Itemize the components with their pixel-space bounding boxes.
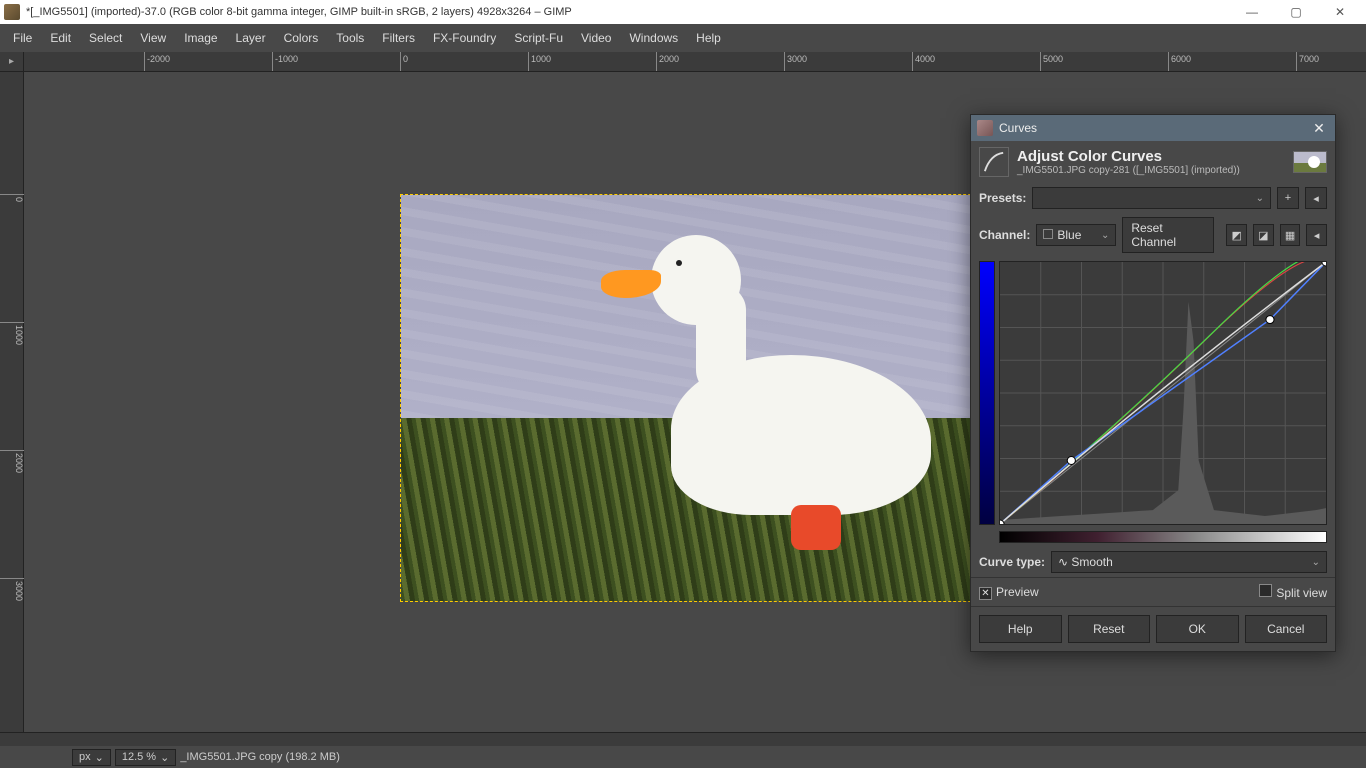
ruler-h-tick: 4000 bbox=[912, 52, 935, 72]
menu-edit[interactable]: Edit bbox=[41, 27, 80, 49]
image-subject-duck bbox=[601, 235, 881, 515]
menu-image[interactable]: Image bbox=[175, 27, 226, 49]
ruler-h-tick: 2000 bbox=[656, 52, 679, 72]
curve-type-dropdown[interactable]: ∿ Smooth⌄ bbox=[1051, 551, 1327, 573]
dialog-title: Curves bbox=[999, 121, 1309, 135]
curve-graph[interactable] bbox=[999, 261, 1327, 525]
ruler-h-tick: -1000 bbox=[272, 52, 298, 72]
menu-layer[interactable]: Layer bbox=[227, 27, 275, 49]
zoom-dropdown[interactable]: 12.5 % ⌄ bbox=[115, 749, 176, 766]
dialog-subheading: _IMG5501.JPG copy-281 ([_IMG5501] (impor… bbox=[1017, 165, 1285, 176]
dialog-close-button[interactable]: ✕ bbox=[1309, 120, 1329, 137]
unit-dropdown[interactable]: px ⌄ bbox=[72, 749, 111, 766]
channel-dropdown[interactable]: Blue ⌄ bbox=[1036, 224, 1116, 246]
ruler-vertical[interactable]: 0 1000 2000 3000 bbox=[0, 72, 24, 732]
menu-filters[interactable]: Filters bbox=[373, 27, 424, 49]
zoom-value: 12.5 % bbox=[122, 751, 156, 763]
curve-type-row: Curve type: ∿ Smooth⌄ bbox=[971, 547, 1335, 577]
minimize-button[interactable]: — bbox=[1230, 0, 1274, 24]
ruler-origin-button[interactable]: ▸ bbox=[0, 52, 24, 72]
dialog-header: Adjust Color Curves _IMG5501.JPG copy-28… bbox=[971, 141, 1335, 183]
presets-label: Presets: bbox=[979, 191, 1026, 205]
cancel-button[interactable]: Cancel bbox=[1245, 615, 1328, 643]
dialog-button-row: Help Reset OK Cancel bbox=[971, 606, 1335, 651]
menu-help[interactable]: Help bbox=[687, 27, 730, 49]
horizontal-scrollbar[interactable] bbox=[0, 732, 1366, 746]
menu-fxfoundry[interactable]: FX-Foundry bbox=[424, 27, 505, 49]
reset-channel-button[interactable]: Reset Channel bbox=[1122, 217, 1214, 253]
input-sample-button[interactable]: ▦ bbox=[1280, 224, 1301, 246]
chevron-down-icon: ⌄ bbox=[160, 751, 169, 764]
preview-row: ✕ Preview Split view bbox=[971, 577, 1335, 606]
ruler-h-tick: 7000 bbox=[1296, 52, 1319, 72]
preview-label: Preview bbox=[996, 585, 1039, 599]
ruler-h-tick: 5000 bbox=[1040, 52, 1063, 72]
presets-dropdown[interactable]: ⌄ bbox=[1032, 187, 1271, 209]
ruler-h-tick: 3000 bbox=[784, 52, 807, 72]
ruler-v-tick: 0 bbox=[0, 194, 24, 202]
dialog-icon bbox=[977, 120, 993, 136]
ruler-h-tick: -2000 bbox=[144, 52, 170, 72]
ruler-row: ▸ -2000 -1000 0 1000 2000 3000 4000 5000… bbox=[0, 52, 1366, 72]
menu-colors[interactable]: Colors bbox=[275, 27, 328, 49]
window-title: *[_IMG5501] (imported)-37.0 (RGB color 8… bbox=[26, 6, 1230, 18]
menu-tools[interactable]: Tools bbox=[327, 27, 373, 49]
output-gradient bbox=[979, 261, 995, 525]
dialog-heading: Adjust Color Curves bbox=[1017, 148, 1285, 165]
menu-windows[interactable]: Windows bbox=[620, 27, 687, 49]
dialog-titlebar[interactable]: Curves ✕ bbox=[971, 115, 1335, 141]
preset-add-button[interactable]: + bbox=[1277, 187, 1299, 209]
chevron-down-icon: ⌄ bbox=[95, 751, 104, 764]
preview-checkbox[interactable]: ✕ bbox=[979, 587, 992, 600]
menu-view[interactable]: View bbox=[131, 27, 175, 49]
menu-video[interactable]: Video bbox=[572, 27, 620, 49]
image-boundary bbox=[400, 194, 1016, 602]
ruler-h-tick: 0 bbox=[400, 52, 408, 72]
curve-graph-wrap bbox=[971, 257, 1335, 529]
reset-button[interactable]: Reset bbox=[1068, 615, 1151, 643]
preset-menu-button[interactable]: ◂ bbox=[1305, 187, 1327, 209]
ok-button[interactable]: OK bbox=[1156, 615, 1239, 643]
image-content bbox=[401, 195, 1015, 601]
unit-value: px bbox=[79, 751, 91, 763]
chevron-down-icon: ⌄ bbox=[1101, 230, 1109, 241]
ruler-h-tick: 1000 bbox=[528, 52, 551, 72]
app-icon bbox=[4, 4, 20, 20]
ruler-h-tick: 6000 bbox=[1168, 52, 1191, 72]
menu-bar: File Edit Select View Image Layer Colors… bbox=[0, 24, 1366, 52]
histogram-log-button[interactable]: ◪ bbox=[1253, 224, 1274, 246]
histogram-linear-button[interactable]: ◩ bbox=[1226, 224, 1247, 246]
presets-row: Presets: ⌄ + ◂ bbox=[971, 183, 1335, 213]
output-sample-button[interactable]: ◂ bbox=[1306, 224, 1327, 246]
curves-dialog: Curves ✕ Adjust Color Curves _IMG5501.JP… bbox=[970, 114, 1336, 652]
close-button[interactable]: ✕ bbox=[1318, 0, 1362, 24]
splitview-label: Split view bbox=[1276, 586, 1327, 600]
chevron-down-icon: ⌄ bbox=[1312, 557, 1320, 568]
ruler-v-tick: 2000 bbox=[0, 450, 24, 473]
window-titlebar: *[_IMG5501] (imported)-37.0 (RGB color 8… bbox=[0, 0, 1366, 24]
ruler-horizontal[interactable]: -2000 -1000 0 1000 2000 3000 4000 5000 6… bbox=[24, 52, 1366, 72]
ruler-v-tick: 1000 bbox=[0, 322, 24, 345]
ruler-v-tick: 3000 bbox=[0, 578, 24, 601]
curve-type-label: Curve type: bbox=[979, 555, 1045, 569]
splitview-checkbox[interactable] bbox=[1259, 584, 1272, 597]
chevron-down-icon: ⌄ bbox=[1256, 193, 1264, 204]
channel-row: Channel: Blue ⌄ Reset Channel ◩ ◪ ▦ ◂ bbox=[971, 213, 1335, 257]
curve-type-value: Smooth bbox=[1071, 555, 1112, 569]
help-button[interactable]: Help bbox=[979, 615, 1062, 643]
channel-label: Channel: bbox=[979, 228, 1030, 242]
input-gradient bbox=[999, 531, 1327, 543]
curves-icon bbox=[979, 147, 1009, 177]
dialog-thumbnail bbox=[1293, 151, 1327, 173]
menu-file[interactable]: File bbox=[4, 27, 41, 49]
channel-value: Blue bbox=[1057, 228, 1081, 242]
status-message: _IMG5501.JPG copy (198.2 MB) bbox=[180, 751, 340, 763]
menu-scriptfu[interactable]: Script-Fu bbox=[505, 27, 572, 49]
menu-select[interactable]: Select bbox=[80, 27, 131, 49]
maximize-button[interactable]: ▢ bbox=[1274, 0, 1318, 24]
status-bar: px ⌄ 12.5 % ⌄ _IMG5501.JPG copy (198.2 MB) bbox=[0, 746, 1366, 768]
